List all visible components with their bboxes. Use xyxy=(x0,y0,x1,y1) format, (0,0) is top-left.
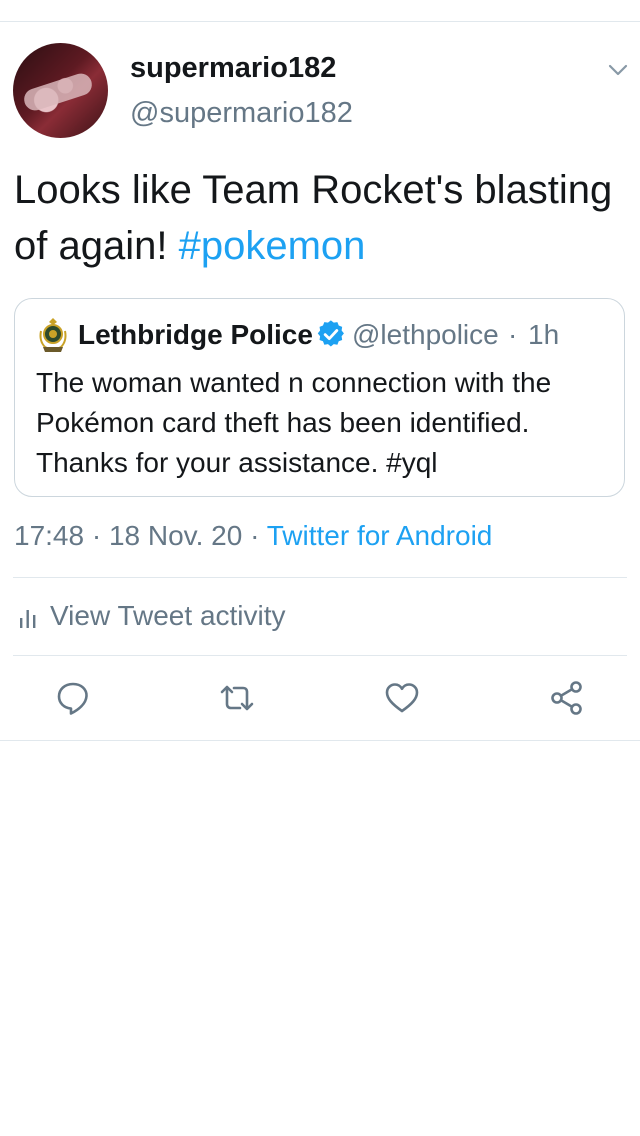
author-display-name[interactable]: supermario182 xyxy=(130,52,336,85)
author-handle[interactable]: @supermario182 xyxy=(130,97,353,130)
tweet-hashtag-link[interactable]: #pokemon xyxy=(179,224,366,268)
quoted-separator: · xyxy=(508,319,518,350)
view-tweet-activity-link[interactable]: View Tweet activity xyxy=(18,600,286,632)
reply-icon[interactable] xyxy=(55,680,91,716)
heart-icon[interactable] xyxy=(384,680,420,716)
quoted-author-handle[interactable]: @lethpolice xyxy=(352,319,499,351)
divider xyxy=(13,577,627,578)
police-crest-icon xyxy=(39,318,67,353)
bar-chart-icon xyxy=(20,609,36,628)
tweet-meta: 17:48 · 18 Nov. 20 · Twitter for Android xyxy=(14,520,492,552)
meta-separator: · xyxy=(84,520,109,551)
tweet-time: 17:48 xyxy=(14,520,85,551)
meta-separator: · xyxy=(242,520,267,551)
quoted-time-ago: 1h xyxy=(528,319,560,350)
quoted-author-name[interactable]: Lethbridge Police xyxy=(78,319,313,351)
verified-badge-icon xyxy=(317,320,344,347)
tweet-date: 18 Nov. 20 xyxy=(108,520,243,551)
avatar-guitar-shape xyxy=(21,70,95,114)
top-divider xyxy=(0,21,640,22)
chevron-down-icon[interactable] xyxy=(606,58,630,82)
divider xyxy=(13,655,627,656)
tweet-detail-page: supermario182 @supermario182 Looks like … xyxy=(0,0,640,1136)
tweet-text: Looks like Team Rocket's blasting of aga… xyxy=(14,162,614,274)
tweet-client-link[interactable]: Twitter for Android xyxy=(267,520,493,551)
bottom-divider xyxy=(0,740,640,741)
quoted-tweet-card[interactable]: Lethbridge Police @lethpolice · 1h The w… xyxy=(14,298,625,497)
share-icon[interactable] xyxy=(549,680,585,716)
retweet-icon[interactable] xyxy=(219,680,255,716)
avatar[interactable] xyxy=(13,43,108,138)
view-tweet-activity-label: View Tweet activity xyxy=(50,600,286,631)
quoted-tweet-text: The woman wanted n connection with the P… xyxy=(36,367,552,478)
